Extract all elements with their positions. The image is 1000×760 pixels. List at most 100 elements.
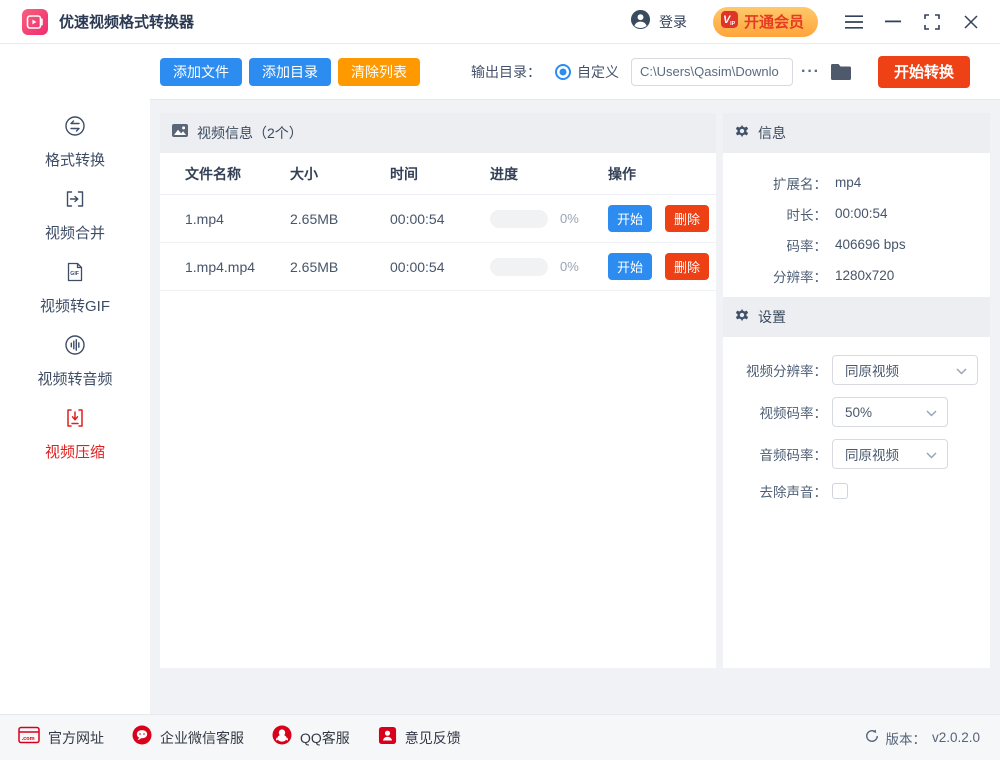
settings-title: 设置 — [758, 307, 786, 327]
link-label: 企业微信客服 — [160, 728, 244, 748]
info-label: 码率： — [723, 235, 827, 255]
close-icon[interactable] — [961, 8, 981, 36]
browse-more-button[interactable]: ··· — [801, 63, 820, 81]
wechat-service-link[interactable]: 企业微信客服 — [132, 725, 244, 750]
table-column-headers: 文件名称 大小 时间 进度 操作 — [160, 153, 716, 195]
info-title: 信息 — [758, 123, 786, 143]
sidebar-item-label: 视频转GIF — [40, 295, 110, 316]
file-name: 1.mp4.mp4 — [185, 259, 290, 275]
sidebar-item-video-compress[interactable]: 视频压缩 — [45, 406, 105, 462]
video-compress-icon — [63, 406, 87, 435]
add-directory-button[interactable]: 添加目录 — [249, 58, 331, 86]
progress-percent: 0% — [560, 211, 579, 226]
official-website-link[interactable]: .com 官方网址 — [18, 726, 104, 749]
setting-label: 视频分辨率： — [723, 360, 827, 380]
info-label: 扩展名： — [723, 173, 827, 193]
video-info-icon — [172, 124, 188, 142]
version-label: 版本： — [885, 728, 926, 748]
sidebar-item-label: 格式转换 — [45, 149, 105, 170]
sidebar-item-video-merge[interactable]: 视频合并 — [45, 187, 105, 243]
video-bitrate-select[interactable]: 50% — [832, 397, 948, 427]
svg-text:IP: IP — [730, 20, 735, 26]
setting-mute: 去除声音： — [723, 481, 990, 501]
info-settings-panel: 信息 扩展名： mp4 时长： 00:00:54 码率： 406696 bps … — [723, 113, 990, 668]
video-to-audio-icon — [63, 333, 87, 362]
info-label: 时长： — [723, 204, 827, 224]
output-dir-label: 输出目录： — [471, 62, 541, 82]
setting-video-bitrate: 视频码率： 50% — [723, 397, 990, 427]
maximize-icon[interactable] — [922, 8, 942, 36]
start-button[interactable]: 开始 — [608, 253, 652, 280]
start-convert-button[interactable]: 开始转换 — [878, 56, 970, 88]
progress-percent: 0% — [560, 259, 579, 274]
sidebar-item-video-to-gif[interactable]: GIF 视频转GIF — [40, 260, 110, 316]
format-convert-icon — [63, 114, 87, 143]
resolution-select[interactable]: 同原视频 — [832, 355, 978, 385]
settings-header: 设置 — [723, 297, 990, 337]
custom-radio-label: 自定义 — [577, 62, 619, 82]
login-label: 登录 — [659, 12, 687, 32]
setting-label: 音频码率： — [723, 444, 827, 464]
chevron-down-icon — [926, 405, 937, 420]
qq-service-link[interactable]: QQ客服 — [272, 725, 350, 750]
svg-text:GIF: GIF — [70, 271, 79, 277]
version-value: v2.0.2.0 — [932, 730, 980, 745]
feedback-link[interactable]: 意见反馈 — [378, 726, 461, 750]
info-row-bitrate: 码率： 406696 bps — [723, 229, 990, 260]
col-time: 时间 — [390, 164, 490, 184]
video-list-header: 视频信息（2个） — [160, 113, 716, 153]
sidebar-item-video-to-audio[interactable]: 视频转音频 — [37, 333, 112, 389]
add-file-button[interactable]: 添加文件 — [160, 58, 242, 86]
custom-radio[interactable] — [555, 64, 571, 80]
gear-icon — [735, 308, 749, 327]
clear-list-button[interactable]: 清除列表 — [338, 58, 420, 86]
version-info: 版本： v2.0.2.0 — [865, 728, 980, 748]
chevron-down-icon — [956, 363, 967, 378]
footer-bar: .com 官方网址 企业微信客服 QQ客服 意见反馈 版本： v2.0.2.0 — [0, 714, 1000, 760]
start-button[interactable]: 开始 — [608, 205, 652, 232]
mute-checkbox[interactable] — [832, 483, 848, 499]
sidebar-item-format-convert[interactable]: 格式转换 — [45, 114, 105, 170]
sidebar-item-label: 视频转音频 — [37, 368, 112, 389]
login-button[interactable]: 登录 — [630, 9, 687, 35]
info-value: 00:00:54 — [835, 206, 888, 221]
svg-text:.com: .com — [22, 736, 35, 742]
info-header: 信息 — [723, 113, 990, 153]
qq-icon — [272, 725, 292, 750]
chevron-down-icon — [926, 447, 937, 462]
vip-icon: VIP — [721, 11, 738, 33]
link-label: 官方网址 — [48, 728, 104, 748]
delete-button[interactable]: 删除 — [665, 253, 709, 280]
titlebar: 优速视频格式转换器 登录 VIP 开通会员 — [0, 0, 1000, 44]
update-icon[interactable] — [865, 729, 879, 746]
output-path-input[interactable] — [631, 58, 793, 86]
info-value: mp4 — [835, 175, 861, 190]
info-row-extension: 扩展名： mp4 — [723, 167, 990, 198]
link-label: QQ客服 — [300, 728, 350, 748]
toolbar: 添加文件 添加目录 清除列表 输出目录： 自定义 ··· 开始转换 — [150, 44, 1000, 100]
menu-icon[interactable] — [844, 8, 864, 36]
info-value: 1280x720 — [835, 268, 894, 283]
col-filename: 文件名称 — [185, 164, 290, 184]
video-merge-icon — [63, 187, 87, 216]
info-label: 分辨率： — [723, 266, 827, 286]
minimize-icon[interactable] — [883, 8, 903, 36]
file-time: 00:00:54 — [390, 211, 490, 227]
open-folder-icon[interactable] — [830, 63, 852, 81]
feedback-icon — [378, 726, 397, 750]
delete-button[interactable]: 删除 — [665, 205, 709, 232]
info-row-resolution: 分辨率： 1280x720 — [723, 260, 990, 291]
table-row: 1.mp4 2.65MB 00:00:54 0% 开始 删除 — [160, 195, 716, 243]
info-row-duration: 时长： 00:00:54 — [723, 198, 990, 229]
audio-bitrate-select[interactable]: 同原视频 — [832, 439, 948, 469]
setting-resolution: 视频分辨率： 同原视频 — [723, 355, 990, 385]
wechat-icon — [132, 725, 152, 750]
video-bitrate-value: 50% — [845, 405, 872, 420]
col-operation: 操作 — [608, 164, 716, 184]
vip-label: 开通会员 — [744, 11, 804, 32]
video-to-gif-icon: GIF — [63, 260, 87, 289]
open-vip-button[interactable]: VIP 开通会员 — [713, 7, 818, 37]
info-value: 406696 bps — [835, 237, 906, 252]
col-progress: 进度 — [490, 164, 608, 184]
audio-bitrate-value: 同原视频 — [845, 444, 899, 464]
